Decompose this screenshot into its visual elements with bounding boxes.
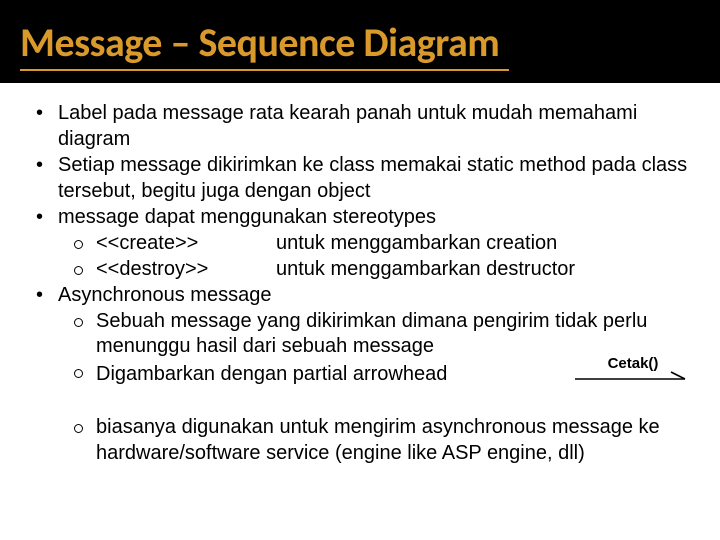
sub-item: <<create>> untuk menggambarkan creation bbox=[74, 231, 698, 257]
stereotype-label: <<destroy>> bbox=[96, 257, 276, 283]
bullet-item: message dapat menggunakan stereotypes <<… bbox=[36, 205, 698, 282]
sub-item: biasanya digunakan untuk mengirim asynch… bbox=[74, 415, 698, 466]
bullet-text: message dapat menggunakan stereotypes bbox=[58, 206, 436, 228]
sub-item: <<destroy>> untuk menggambarkan destruct… bbox=[74, 257, 698, 283]
sub-text: Sebuah message yang dikirimkan dimana pe… bbox=[96, 310, 647, 358]
async-arrow-diagram: Cetak() bbox=[568, 354, 698, 387]
sub-list: <<create>> untuk menggambarkan creation … bbox=[58, 231, 698, 282]
sub-list: Sebuah message yang dikirimkan dimana pe… bbox=[58, 309, 698, 387]
stereotype-desc: untuk menggambarkan destructor bbox=[276, 257, 575, 283]
partial-arrowhead-icon bbox=[573, 371, 693, 387]
stereotype-label: <<create>> bbox=[96, 231, 276, 257]
sub-text: Digambarkan dengan partial arrowhead bbox=[96, 362, 447, 388]
stereotype-desc: untuk menggambarkan creation bbox=[276, 231, 557, 257]
bullet-item: Setiap message dikirimkan ke class memak… bbox=[36, 153, 698, 204]
page-title: Message – Sequence Diagram bbox=[20, 18, 509, 71]
sub-list: biasanya digunakan untuk mengirim asynch… bbox=[58, 415, 698, 466]
bullet-item: Asynchronous message Sebuah message yang… bbox=[36, 283, 698, 466]
sub-item: Digambarkan dengan partial arrowhead Cet… bbox=[74, 360, 698, 387]
sub-item: Sebuah message yang dikirimkan dimana pe… bbox=[74, 309, 698, 360]
sub-text: biasanya digunakan untuk mengirim asynch… bbox=[96, 416, 660, 464]
bullet-text: Asynchronous message bbox=[58, 284, 271, 306]
content-area: Label pada message rata kearah panah unt… bbox=[0, 83, 720, 466]
header-bar: Message – Sequence Diagram bbox=[0, 0, 720, 83]
bullet-text: Label pada message rata kearah panah unt… bbox=[58, 102, 637, 150]
bullet-list: Label pada message rata kearah panah unt… bbox=[36, 101, 698, 466]
bullet-item: Label pada message rata kearah panah unt… bbox=[36, 101, 698, 152]
bullet-text: Setiap message dikirimkan ke class memak… bbox=[58, 154, 687, 202]
